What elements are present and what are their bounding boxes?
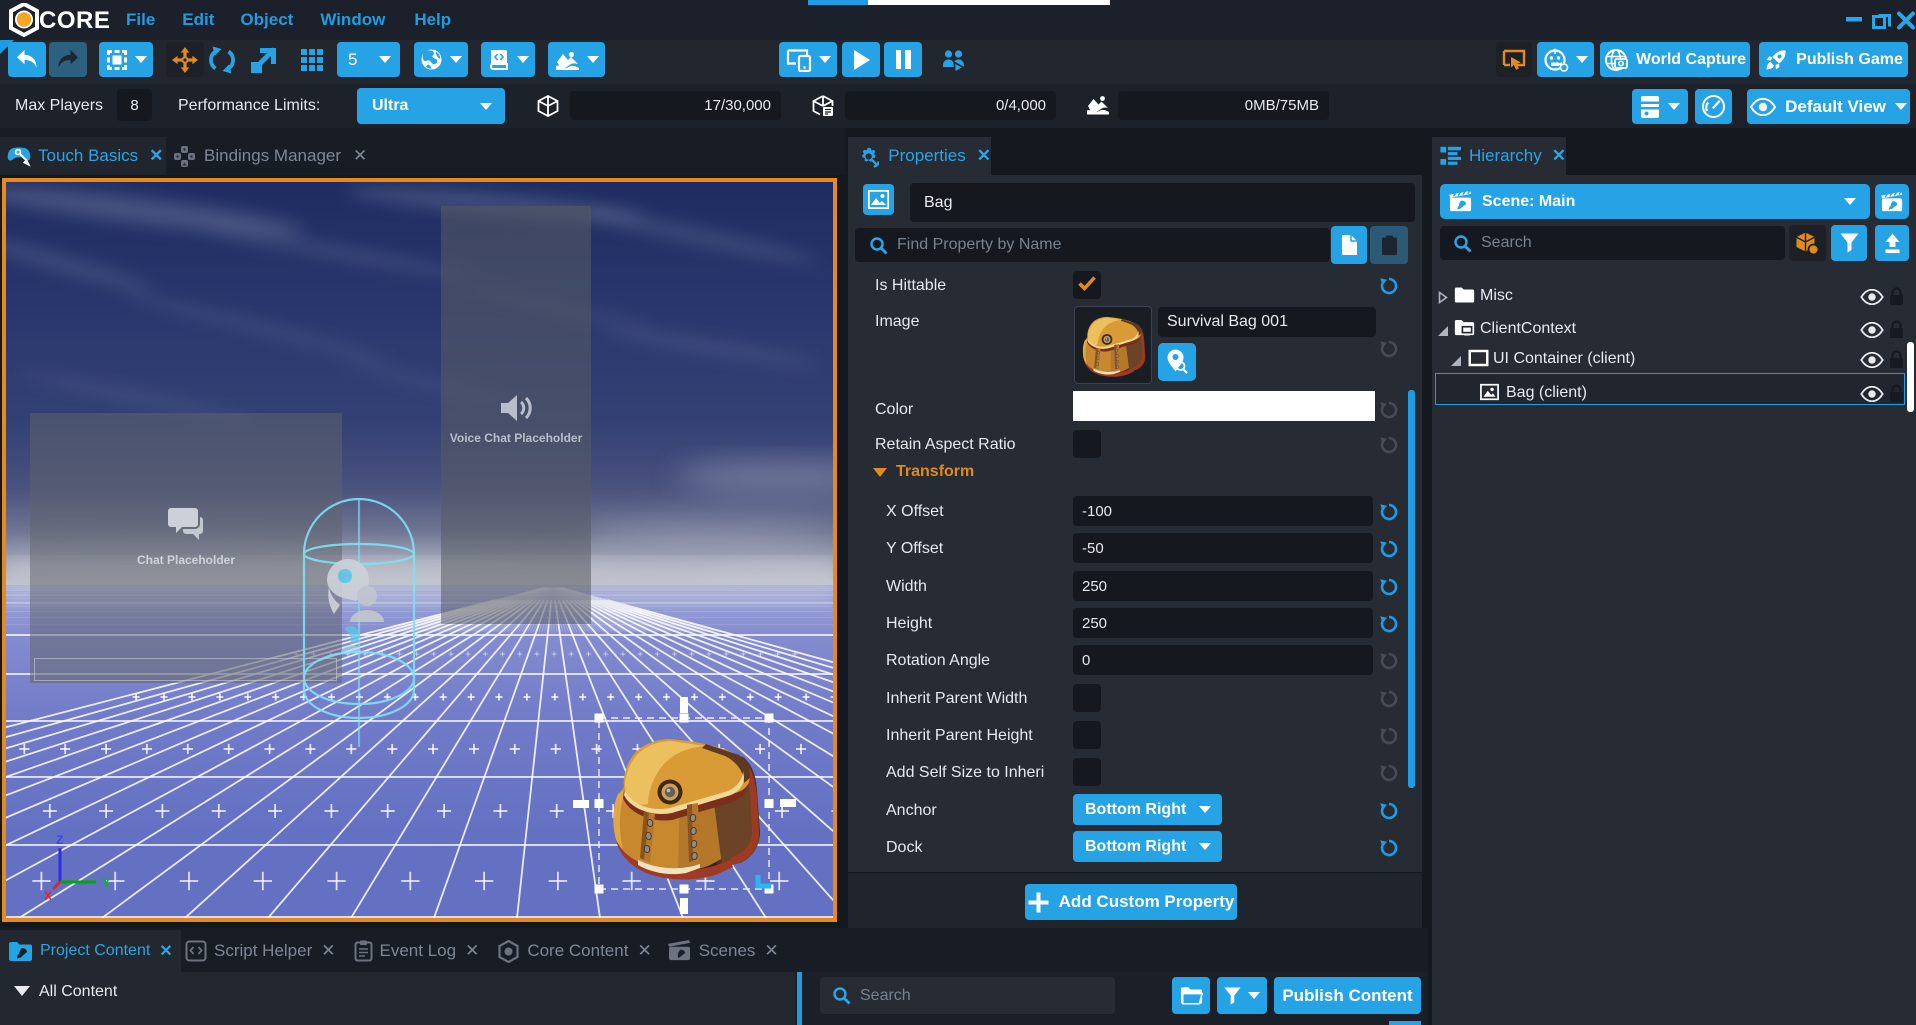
svg-text:Y: Y: [102, 876, 110, 890]
svg-text:CORE: CORE: [39, 7, 110, 34]
svg-text:Z: Z: [56, 834, 63, 847]
svg-text:X: X: [44, 889, 52, 903]
